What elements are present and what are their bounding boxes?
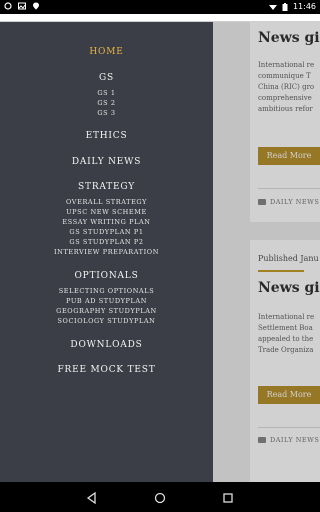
nav-subitem-geography-studyplan[interactable]: GEOGRAPHY STUDYPLAN xyxy=(0,307,213,315)
nav-item-ethics[interactable]: ETHICS xyxy=(0,131,213,141)
nav-item-gs[interactable]: GS xyxy=(0,73,213,83)
nav-subitem-overall-strategy[interactable]: OVERALL STRATEGY xyxy=(0,198,213,206)
nav-subitem-upsc-new-scheme[interactable]: UPSC NEW SCHEME xyxy=(0,208,213,216)
back-icon[interactable] xyxy=(85,490,99,505)
location-icon xyxy=(32,2,40,10)
nav-item-daily-news[interactable]: DAILY NEWS xyxy=(0,157,213,167)
status-right-icons: 11:46 xyxy=(268,2,316,11)
ring-icon xyxy=(4,2,12,10)
nav-subitem-gs-studyplan-p2[interactable]: GS STUDYPLAN P2 xyxy=(0,238,213,246)
photo-icon xyxy=(18,2,26,10)
nav-item-downloads[interactable]: DOWNLOADS xyxy=(0,340,213,350)
status-left-icons xyxy=(4,2,40,10)
nav-subitem-interview-preparation[interactable]: INTERVIEW PREPARATION xyxy=(0,248,213,256)
battery-icon xyxy=(281,2,289,11)
nav-item-optionals[interactable]: OPTIONALS xyxy=(0,271,213,281)
navigation-drawer: HOME GS GS 1 GS 2 GS 3 ETHICS DAILY NEWS… xyxy=(0,22,213,482)
drawer-scrim[interactable] xyxy=(213,22,320,482)
status-bar: 11:46 xyxy=(0,0,320,14)
nav-item-free-mock-test[interactable]: FREE MOCK TEST xyxy=(0,365,213,375)
nav-subitem-gs3[interactable]: GS 3 xyxy=(0,109,213,117)
nav-subitem-sociology-studyplan[interactable]: SOCIOLOGY STUDYPLAN xyxy=(0,317,213,325)
home-icon[interactable] xyxy=(153,490,167,504)
app-bar xyxy=(0,14,320,22)
nav-subitem-gs2[interactable]: GS 2 xyxy=(0,99,213,107)
nav-subitem-pub-ad-studyplan[interactable]: PUB AD STUDYPLAN xyxy=(0,297,213,305)
system-nav-bar xyxy=(0,482,320,512)
nav-subitem-gs1[interactable]: GS 1 xyxy=(0,89,213,97)
nav-subitem-gs-studyplan-p1[interactable]: GS STUDYPLAN P1 xyxy=(0,228,213,236)
status-time: 11:46 xyxy=(292,2,316,11)
nav-subitem-selecting-optionals[interactable]: SELECTING OPTIONALS xyxy=(0,287,213,295)
recents-icon[interactable] xyxy=(221,490,235,504)
wifi-icon xyxy=(268,3,277,11)
nav-item-home[interactable]: HOME xyxy=(0,47,213,57)
nav-subitem-essay-writing-plan[interactable]: ESSAY WRITING PLAN xyxy=(0,218,213,226)
nav-item-strategy[interactable]: STRATEGY xyxy=(0,182,213,192)
